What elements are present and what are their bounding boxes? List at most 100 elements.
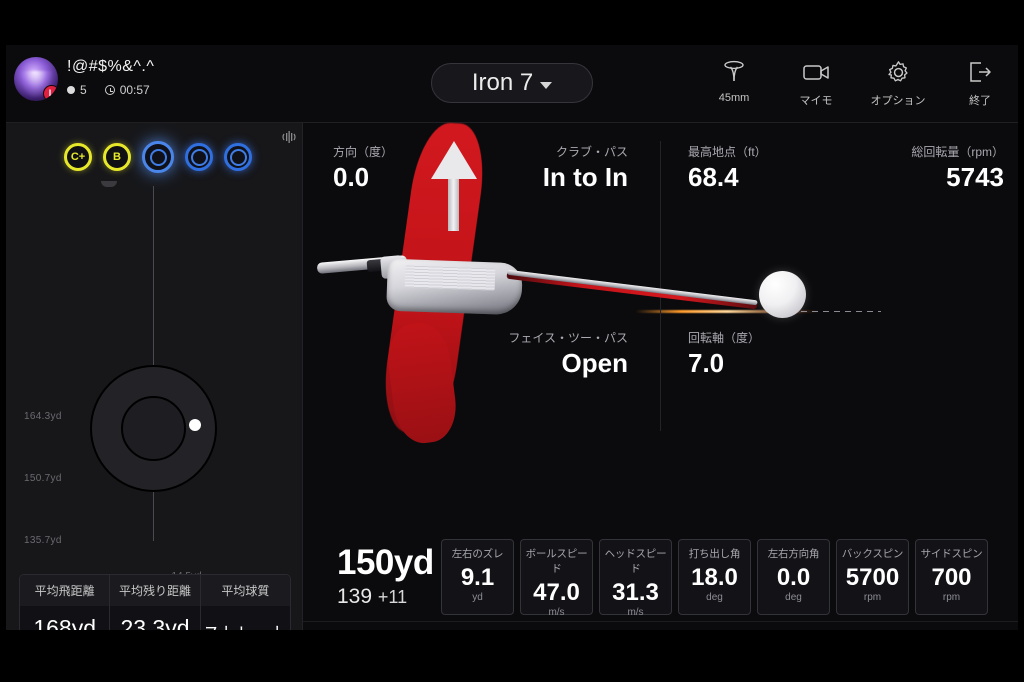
spin-axis-caption: 回転軸（度） [688, 331, 761, 345]
grade-circle[interactable] [185, 143, 213, 171]
metric-unit: m/s [627, 607, 644, 618]
exit-icon [952, 57, 1008, 87]
total-distance-block: 150yd 139 +11 [337, 545, 434, 609]
header-icon-bar: 45mm マイモ オプション 終了 [706, 57, 1008, 108]
metric-value: 0.0 [776, 564, 811, 591]
clock-icon [104, 85, 115, 95]
camera-label: マイモ [799, 95, 833, 107]
total-spin-stat: 総回転量（rpm） 5743 [911, 143, 1004, 193]
target-dashed-line [801, 311, 881, 312]
metric-value: 18.0 [691, 564, 738, 591]
spin-axis-value: 7.0 [688, 348, 725, 378]
metric-title: 左右のズレ [451, 548, 504, 560]
column-header-avg-quality: 平均球質 [200, 575, 290, 606]
range-label-mid: 150.7yd [24, 473, 62, 484]
direction-caption: 方向（度） [333, 145, 394, 159]
metric-unit: yd [472, 592, 483, 603]
metric-unit: rpm [863, 592, 882, 603]
club-selector-label: Iron 7 [471, 69, 534, 96]
metric-box-azimuth-angle[interactable]: 左右方向角 0.0 deg [757, 539, 830, 615]
options-label: オプション [870, 95, 926, 107]
club-path-value: In to In [542, 162, 628, 192]
metric-value: 700 [931, 564, 972, 591]
grade-circle-active[interactable] [142, 141, 174, 173]
ball-dot-icon [67, 86, 75, 94]
metric-box-backspin[interactable]: バックスピン 5700 rpm [836, 539, 909, 615]
grade-circle[interactable] [224, 143, 252, 171]
letterbox-bottom [0, 630, 1024, 682]
player-info: !@#$%&^.^ 5 00:57 [67, 57, 154, 97]
shot-count: 5 [80, 83, 87, 97]
direction-value: 0.0 [333, 162, 370, 192]
avatar-badge: L [43, 85, 58, 101]
target-direction-arrow-icon [431, 141, 477, 231]
grade-circle[interactable]: C+ [64, 143, 92, 171]
club-selector[interactable]: Iron 7 [431, 63, 593, 103]
metric-box-lateral-deviation[interactable]: 左右のズレ 9.1 yd [441, 539, 514, 615]
metric-box-sidespin[interactable]: サイドスピン 700 rpm [915, 539, 988, 615]
player-meta: 5 00:57 [67, 83, 154, 97]
grade-circle[interactable]: B [103, 143, 131, 171]
main-panel: 方向（度） 0.0 クラブ・パス In to In フェイス・ツー・パス Ope… [303, 121, 1018, 682]
grade-indicator-row: C+ B [64, 141, 252, 173]
total-distance: 150yd [337, 543, 434, 582]
metric-box-head-speed[interactable]: ヘッドスピード 31.3 m/s [599, 539, 672, 618]
viz-divider [660, 141, 661, 431]
range-label-near: 135.7yd [24, 535, 62, 546]
carry-distance: 139 [337, 585, 373, 608]
club-face-grooves [404, 265, 496, 291]
shot-landing-point [189, 419, 201, 431]
metric-unit: deg [785, 592, 802, 603]
camera-button[interactable]: マイモ [788, 57, 844, 108]
chevron-down-icon [540, 82, 553, 89]
session-timer: 00:57 [119, 83, 150, 97]
timer-group: 00:57 [104, 83, 150, 97]
metrics-row: 150yd 139 +11 左右のズレ 9.1 yd ボールスピード 47.0 [303, 537, 1018, 621]
target-tick [101, 181, 117, 187]
app-container: L !@#$%&^.^ 5 00:57 Iron 7 45mm マイモ オプショ… [6, 45, 1018, 682]
face-to-path-stat: フェイス・ツー・パス Open [508, 329, 628, 379]
club-path-caption: クラブ・パス [555, 145, 628, 159]
player-profile[interactable]: L !@#$%&^.^ 5 00:57 [14, 57, 154, 101]
metric-title: バックスピン [841, 548, 904, 560]
spin-axis-line [506, 269, 758, 311]
spin-axis-stat: 回転軸（度） 7.0 [688, 329, 760, 379]
avatar: L [14, 57, 58, 101]
face-to-path-caption: フェイス・ツー・パス [508, 331, 628, 345]
direction-stat: 方向（度） 0.0 [333, 143, 393, 193]
apex-value: 68.4 [688, 162, 739, 192]
total-spin-caption: 総回転量（rpm） [911, 145, 1004, 159]
total-spin-value: 5743 [946, 162, 1004, 192]
table-header-row: 平均飛距離 平均残り距離 平均球質 [20, 575, 290, 606]
range-label-far: 164.3yd [24, 411, 62, 422]
club-head-graphic [316, 231, 537, 341]
metric-box-group: 左右のズレ 9.1 yd ボールスピード 47.0 m/s ヘッドスピード 31… [441, 539, 988, 618]
letterbox-left [0, 0, 6, 682]
carry-roll-group: 139 +11 [337, 585, 434, 609]
apex-caption: 最高地点（ft） [688, 145, 767, 159]
shot-history-sidebar: C+ B 164.3yd 150.7yd 135.7yd 14.5yd [6, 123, 303, 657]
letterbox-right [1018, 0, 1024, 682]
options-button[interactable]: オプション [870, 57, 926, 108]
exit-button[interactable]: 終了 [952, 57, 1008, 108]
face-to-path-value: Open [561, 348, 628, 378]
column-header-avg-distance: 平均飛距離 [20, 575, 111, 606]
tee-height-button[interactable]: 45mm [706, 57, 762, 108]
radar-inner-ring [121, 396, 186, 461]
metric-unit: rpm [942, 592, 961, 603]
shot-count-group: 5 [67, 83, 87, 97]
metric-title: ヘッドスピード [604, 548, 667, 575]
metric-title: 左右方向角 [767, 548, 820, 560]
metric-title: 打ち出し角 [688, 548, 741, 560]
camera-icon [788, 57, 844, 87]
arrow-head [431, 141, 477, 179]
app-screen: L !@#$%&^.^ 5 00:57 Iron 7 45mm マイモ オプショ… [0, 0, 1024, 682]
exit-label: 終了 [969, 95, 991, 107]
metric-title: ボールスピード [525, 548, 588, 575]
column-header-avg-remaining: 平均残り距離 [110, 575, 201, 606]
metric-box-launch-angle[interactable]: 打ち出し角 18.0 deg [678, 539, 751, 615]
letterbox-top [0, 0, 1024, 45]
metric-value: 5700 [845, 564, 900, 591]
metric-box-ball-speed[interactable]: ボールスピード 47.0 m/s [520, 539, 593, 618]
signal-icon [281, 130, 297, 147]
